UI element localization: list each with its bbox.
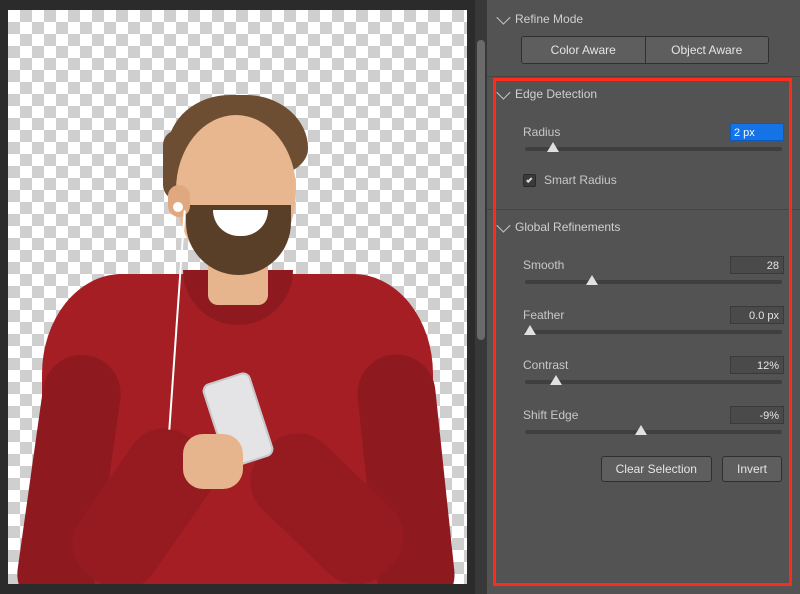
smart-radius-checkbox[interactable] (523, 174, 536, 187)
radius-label: Radius (523, 125, 560, 139)
section-title: Edge Detection (515, 87, 597, 101)
vertical-scrollbar[interactable] (475, 0, 487, 594)
section-header-refine-mode[interactable]: Refine Mode (495, 6, 792, 32)
contrast-value-input[interactable]: 12% (730, 356, 784, 374)
smooth-slider-thumb[interactable] (586, 275, 598, 285)
refine-edge-panel: Refine Mode Color Aware Object Aware Edg… (487, 0, 800, 594)
smooth-value-input[interactable]: 28 (730, 256, 784, 274)
document-canvas[interactable] (8, 10, 467, 584)
refinement-buttons: Clear Selection Invert (523, 456, 784, 482)
refine-mode-object-aware[interactable]: Object Aware (646, 37, 769, 63)
scrollbar-thumb[interactable] (477, 40, 485, 340)
feather-slider-track[interactable] (525, 330, 782, 334)
feather-value-input[interactable]: 0.0 px (730, 306, 784, 324)
contrast-slider-track[interactable] (525, 380, 782, 384)
feather-slider-row: Feather 0.0 px (523, 306, 784, 334)
section-header-edge-detection[interactable]: Edge Detection (495, 81, 792, 107)
shift-edge-slider-thumb[interactable] (635, 425, 647, 435)
radius-slider-thumb[interactable] (547, 142, 559, 152)
smooth-slider-track[interactable] (525, 280, 782, 284)
feather-label: Feather (523, 308, 564, 322)
chevron-down-icon (496, 11, 510, 25)
refine-mode-color-aware[interactable]: Color Aware (522, 37, 646, 63)
global-refinements-body: Smooth 28 Feather 0.0 px Contrast 12% (495, 240, 792, 488)
radius-value-input[interactable]: 2 px (730, 123, 784, 141)
section-title: Refine Mode (515, 12, 583, 26)
invert-button[interactable]: Invert (722, 456, 782, 482)
smart-radius-checkbox-row[interactable]: Smart Radius (523, 173, 784, 187)
edge-detection-body: Radius 2 px Smart Radius (495, 107, 792, 205)
shift-edge-label: Shift Edge (523, 408, 578, 422)
radius-slider-row: Radius 2 px (523, 123, 784, 151)
clear-selection-button[interactable]: Clear Selection (601, 456, 712, 482)
refine-mode-segmented: Color Aware Object Aware (521, 36, 769, 64)
section-title: Global Refinements (515, 220, 620, 234)
contrast-label: Contrast (523, 358, 568, 372)
shift-edge-slider-row: Shift Edge -9% (523, 406, 784, 434)
divider (487, 76, 800, 77)
smooth-label: Smooth (523, 258, 564, 272)
divider (487, 209, 800, 210)
smart-radius-label: Smart Radius (544, 173, 617, 187)
shift-edge-value-input[interactable]: -9% (730, 406, 784, 424)
section-header-global-refinements[interactable]: Global Refinements (495, 214, 792, 240)
chevron-down-icon (496, 219, 510, 233)
document-canvas-wrap (0, 0, 475, 594)
checkmark-icon (526, 176, 532, 182)
shift-edge-slider-track[interactable] (525, 430, 782, 434)
contrast-slider-row: Contrast 12% (523, 356, 784, 384)
chevron-down-icon (496, 86, 510, 100)
radius-slider-track[interactable] (525, 147, 782, 151)
feather-slider-thumb[interactable] (524, 325, 536, 335)
contrast-slider-thumb[interactable] (550, 375, 562, 385)
cutout-subject[interactable] (8, 10, 467, 584)
smooth-slider-row: Smooth 28 (523, 256, 784, 284)
